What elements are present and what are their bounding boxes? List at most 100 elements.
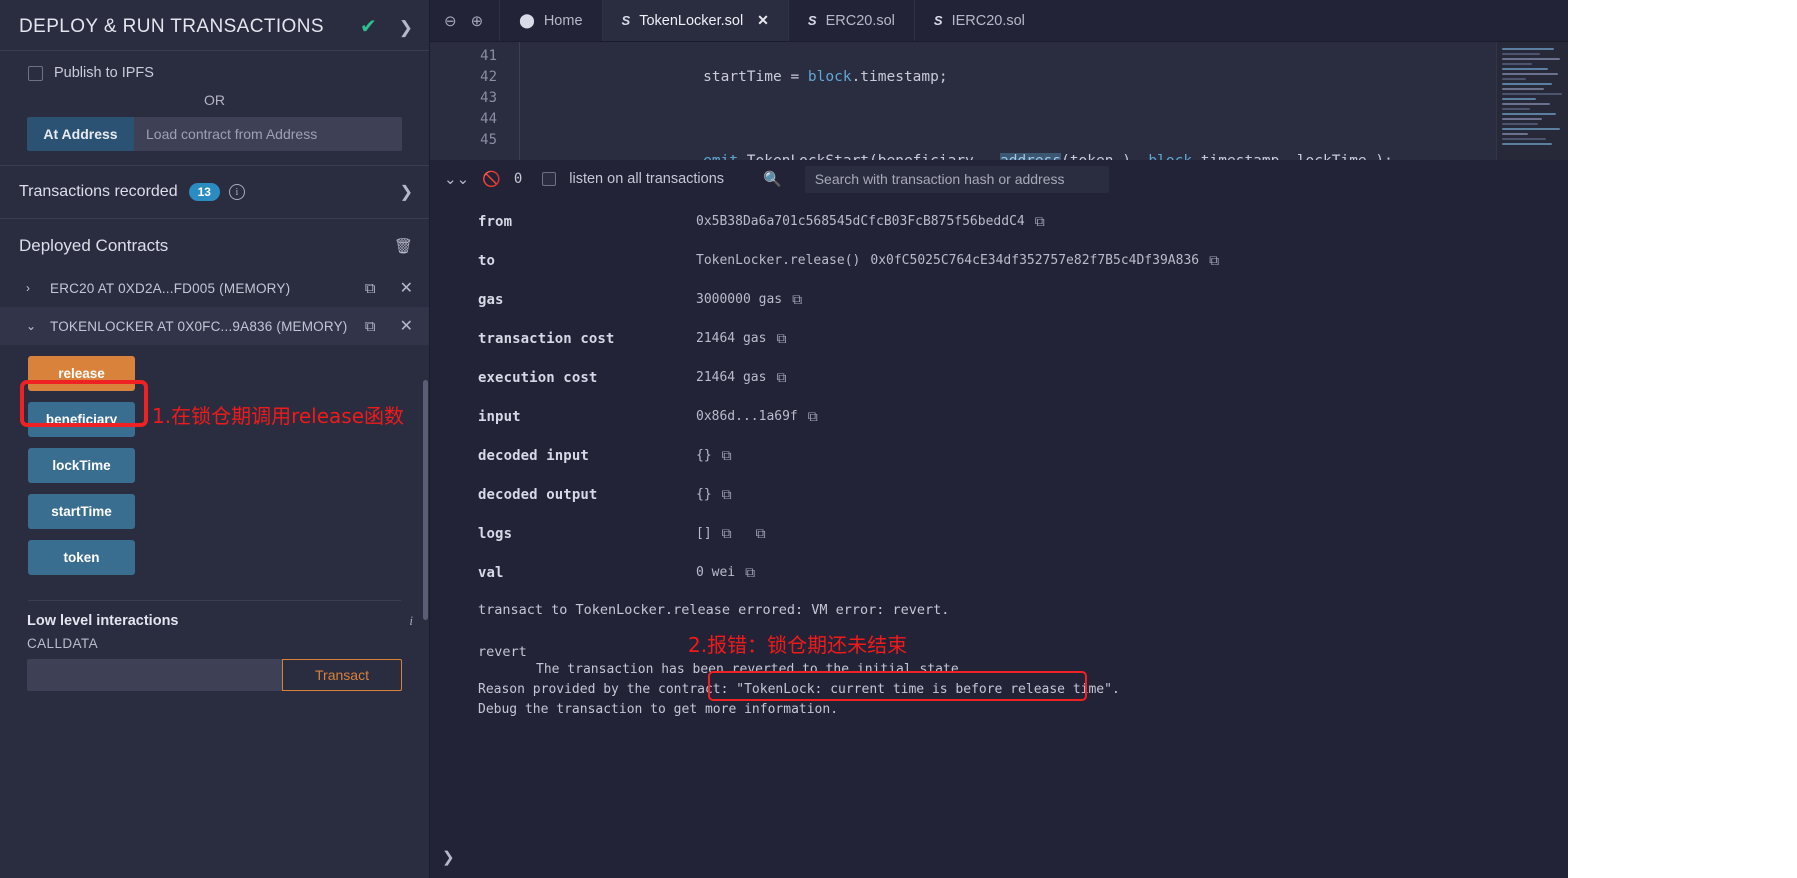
copy-icon[interactable]: ⧉ — [792, 291, 802, 308]
annotation-step-1: 1.在锁仓期调用release函数 — [152, 404, 405, 428]
detail-key: input — [478, 408, 521, 425]
chevrons-down-icon[interactable]: ⌄⌄ — [444, 170, 469, 188]
detail-value-text: 0 wei — [696, 565, 736, 580]
close-icon[interactable]: ✕ — [400, 278, 413, 298]
line-number: 41 — [480, 48, 497, 64]
chevron-right-icon[interactable]: ❯ — [399, 19, 413, 36]
copy-icon[interactable]: ⧉ — [722, 486, 732, 503]
publish-ipfs-checkbox[interactable] — [28, 65, 43, 81]
at-address-input[interactable] — [134, 117, 402, 151]
at-address-button[interactable]: At Address — [27, 117, 134, 151]
search-input[interactable] — [804, 165, 1109, 193]
copy-icon[interactable]: ⧉ — [808, 408, 818, 425]
detail-value: 21464 gas ⧉ — [696, 330, 786, 347]
zoom-out-icon[interactable]: ⊖ — [444, 12, 457, 30]
transactions-recorded-row[interactable]: Transactions recorded 13 i ❯ — [0, 166, 429, 219]
detail-key: logs — [478, 525, 513, 542]
contract-name: ERC20 AT 0XD2A...FD005 (MEMORY) — [50, 280, 291, 296]
table-row: to TokenLocker.release() 0x0fC5025C764cE… — [430, 241, 1568, 280]
detail-value-address: 0x0fC5025C764cE34df352757e82f7B5c4Df39A8… — [870, 253, 1200, 268]
ban-icon[interactable]: 🚫 — [482, 170, 501, 188]
copy-icon[interactable]: ⧉ — [1035, 213, 1045, 230]
info-icon[interactable]: i — [409, 613, 413, 629]
table-row: decoded output {} ⧉ — [430, 475, 1568, 514]
line-number: 44 — [480, 111, 497, 127]
search-icon[interactable]: 🔍 — [763, 170, 782, 188]
detail-value-text: 3000000 gas — [696, 292, 783, 307]
calldata-label: CALLDATA — [27, 636, 98, 651]
detail-value: 0x86d...1a69f ⧉ — [696, 408, 818, 425]
function-button-beneficiary[interactable]: beneficiary — [28, 402, 135, 437]
info-icon[interactable]: i — [228, 184, 245, 200]
code-line-43: emit TokenLockStart(beneficiary_, addres… — [546, 130, 1568, 160]
solidity-icon: S — [807, 13, 817, 28]
contract-item-erc20[interactable]: › ERC20 AT 0XD2A...FD005 (MEMORY) ⧉ ✕ — [0, 269, 429, 307]
table-row: logs [] ⧉ ⧉ — [430, 514, 1568, 553]
function-button-release[interactable]: release — [28, 356, 135, 391]
sidebar-scrollbar[interactable] — [423, 380, 428, 620]
contract-name: TOKENLOCKER AT 0X0FC...9A836 (MEMORY) — [50, 318, 348, 334]
listen-all-transactions-checkbox[interactable] — [542, 172, 557, 186]
detail-value: [] ⧉ ⧉ — [696, 525, 766, 542]
solidity-icon: S — [933, 13, 943, 28]
code-content[interactable]: startTime = block.timestamp; emit TokenL… — [520, 42, 1568, 160]
deployed-contracts-label: Deployed Contracts — [19, 236, 169, 255]
copy-icon[interactable]: ⧉ — [1209, 252, 1219, 269]
error-reason-text: "TokenLock: current time is before relea… — [736, 682, 1120, 697]
calldata-input[interactable] — [27, 659, 282, 691]
tab-label: ERC20.sol — [825, 12, 895, 29]
main-area: ⊖ ⊕ ⬤ Home S TokenLocker.sol ✕ S ERC20.s… — [430, 0, 1568, 878]
detail-key: transaction cost — [478, 330, 615, 347]
code-line-41: startTime = block.timestamp; — [633, 69, 948, 85]
copy-icon[interactable]: ⧉ — [722, 525, 732, 542]
annotation-step-2: 2.报错：锁仓期还未结束 — [688, 633, 908, 657]
tab-tokenlocker-sol[interactable]: S TokenLocker.sol ✕ — [601, 0, 788, 41]
function-button-starttime[interactable]: startTime — [28, 494, 135, 529]
function-button-locktime[interactable]: lockTime — [28, 448, 135, 483]
detail-key: gas — [478, 291, 504, 308]
close-icon[interactable]: ✕ — [757, 12, 769, 29]
copy-icon[interactable]: ⧉ — [365, 318, 376, 335]
tab-erc20-sol[interactable]: S ERC20.sol — [787, 0, 914, 41]
table-row: execution cost 21464 gas ⧉ — [430, 358, 1568, 397]
contract-item-tokenlocker[interactable]: ⌄ TOKENLOCKER AT 0X0FC...9A836 (MEMORY) … — [0, 307, 429, 345]
editor-minimap[interactable] — [1496, 42, 1568, 160]
table-row: decoded input {} ⧉ — [430, 436, 1568, 475]
copy-icon[interactable]: ⧉ — [745, 564, 755, 581]
detail-key: to — [478, 252, 496, 269]
copy-icon[interactable]: ⧉ — [722, 447, 732, 464]
trash-icon[interactable]: 🗑 — [394, 237, 413, 255]
copy-icon[interactable]: ⧉ — [776, 330, 786, 347]
code-editor[interactable]: 41 42 43 44 45 startTime = block.timesta… — [430, 42, 1568, 160]
calldata-row: Transact — [0, 651, 429, 691]
low-level-interactions-label: Low level interactions — [27, 613, 179, 629]
error-block: transact to TokenLocker.release errored:… — [430, 592, 1568, 720]
home-icon: ⬤ — [519, 12, 535, 28]
low-level-interactions-header: Low level interactions i — [0, 601, 429, 629]
copy-icon[interactable]: ⧉ — [365, 280, 376, 297]
chevron-right-icon[interactable]: ❯ — [400, 182, 413, 202]
chevron-down-icon[interactable]: ⌄ — [26, 319, 38, 333]
copy-icon-secondary[interactable]: ⧉ — [756, 525, 766, 542]
detail-value-text: {} — [696, 487, 712, 502]
detail-value-text: {} — [696, 448, 712, 463]
tab-home[interactable]: ⬤ Home — [499, 0, 601, 41]
zoom-in-icon[interactable]: ⊕ — [471, 12, 484, 30]
contract-functions-list: release beneficiary lockTime startTime t… — [0, 345, 429, 586]
copy-icon[interactable]: ⧉ — [776, 369, 786, 386]
table-row: gas 3000000 gas ⧉ — [430, 280, 1568, 319]
function-button-token[interactable]: token — [28, 540, 135, 575]
table-row: input 0x86d...1a69f ⧉ — [430, 397, 1568, 436]
transact-button[interactable]: Transact — [282, 659, 402, 691]
transactions-recorded-label: Transactions recorded — [19, 183, 178, 200]
detail-value: 3000000 gas ⧉ — [696, 291, 802, 308]
detail-key: decoded output — [478, 486, 598, 503]
close-icon[interactable]: ✕ — [400, 316, 413, 336]
chevron-right-icon[interactable]: ❯ — [442, 848, 455, 866]
publish-ipfs-label: Publish to IPFS — [54, 65, 154, 81]
at-address-row: At Address — [0, 117, 429, 151]
publish-ipfs-row[interactable]: Publish to IPFS — [0, 51, 429, 81]
tab-ierc20-sol[interactable]: S IERC20.sol — [913, 0, 1044, 41]
line-number-gutter: 41 42 43 44 45 — [430, 42, 520, 160]
chevron-right-icon[interactable]: › — [26, 281, 38, 295]
